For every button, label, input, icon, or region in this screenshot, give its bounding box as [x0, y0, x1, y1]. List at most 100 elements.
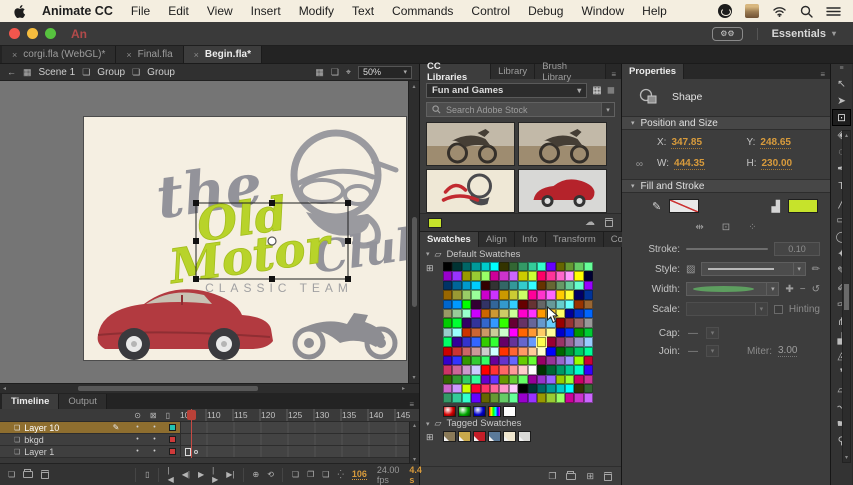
color-swatch[interactable]: [481, 384, 490, 393]
color-swatch[interactable]: [584, 290, 593, 299]
delete-width-profile-icon[interactable]: −: [800, 284, 806, 295]
color-swatch[interactable]: [509, 347, 518, 356]
current-fill-chip[interactable]: [428, 218, 442, 228]
color-swatch[interactable]: [452, 262, 461, 271]
color-swatch[interactable]: [443, 393, 452, 402]
color-swatch[interactable]: [490, 347, 499, 356]
spotlight-search-icon[interactable]: [800, 5, 813, 18]
timeline-vertical-scrollbar[interactable]: ▴ ▾: [409, 422, 419, 463]
color-swatch[interactable]: [452, 300, 461, 309]
color-swatch[interactable]: [462, 318, 471, 327]
canvas-pasteboard[interactable]: the Club Old Motor CLASSIC TEAM: [0, 81, 419, 383]
color-swatch[interactable]: [509, 281, 518, 290]
stroke-color-swatch[interactable]: [669, 199, 699, 213]
color-swatch[interactable]: [452, 356, 461, 365]
panel-tab[interactable]: Brush Library: [535, 64, 606, 79]
panel-tab[interactable]: CC Libraries: [420, 64, 491, 79]
color-swatch[interactable]: [518, 375, 527, 384]
color-swatch[interactable]: [518, 262, 527, 271]
color-swatch[interactable]: [584, 328, 593, 337]
edit-symbol-icon[interactable]: ❏: [331, 67, 339, 78]
spread-fill-icon[interactable]: ⇹: [695, 222, 703, 233]
grid-view-icon[interactable]: ▦: [592, 85, 601, 96]
color-swatch[interactable]: [471, 262, 480, 271]
layer-lock-dot[interactable]: •: [148, 436, 161, 443]
color-swatch[interactable]: [546, 375, 555, 384]
color-swatch[interactable]: [462, 300, 471, 309]
color-swatch[interactable]: [528, 384, 537, 393]
color-swatch[interactable]: [462, 356, 471, 365]
color-swatch[interactable]: [574, 318, 583, 327]
color-swatch[interactable]: [574, 384, 583, 393]
color-swatch[interactable]: [584, 262, 593, 271]
edit-multiple-frames-button[interactable]: ❑: [322, 470, 329, 479]
color-swatch[interactable]: [537, 300, 546, 309]
add-width-profile-icon[interactable]: ✚: [785, 284, 793, 295]
layer-visibility-dot[interactable]: •: [131, 424, 144, 431]
group-breadcrumb-1[interactable]: Group: [97, 67, 125, 78]
color-swatch[interactable]: [471, 393, 480, 402]
color-swatch[interactable]: [481, 262, 490, 271]
timeline-tab[interactable]: Output: [59, 394, 107, 409]
thumb-old-motor-logo[interactable]: [426, 169, 515, 213]
sync-settings-button[interactable]: ⚙⚙: [712, 27, 742, 41]
color-swatch[interactable]: [462, 262, 471, 271]
layer-outline-color-swatch[interactable]: [169, 436, 176, 443]
layer-frames-track[interactable]: [180, 446, 419, 457]
color-swatch[interactable]: [452, 309, 461, 318]
color-swatch[interactable]: [443, 356, 452, 365]
h-value-field[interactable]: 230.00: [761, 158, 792, 170]
color-swatch[interactable]: [528, 347, 537, 356]
loop-button[interactable]: ⟲: [267, 470, 274, 479]
layer-name[interactable]: Layer 1: [24, 447, 54, 457]
panel-menu-icon[interactable]: ≡: [839, 65, 843, 75]
color-swatch[interactable]: [452, 290, 461, 299]
color-swatch[interactable]: [546, 281, 555, 290]
color-swatch[interactable]: [565, 281, 574, 290]
color-swatch[interactable]: [452, 328, 461, 337]
group-breadcrumb-2[interactable]: Group: [147, 67, 175, 78]
new-folder-button[interactable]: [23, 471, 33, 478]
color-swatch[interactable]: [490, 337, 499, 346]
canvas-horizontal-scrollbar[interactable]: ◂ ▸: [0, 383, 419, 393]
menubar-item[interactable]: Insert: [251, 4, 281, 18]
color-swatch[interactable]: [565, 318, 574, 327]
color-swatch[interactable]: [565, 271, 574, 280]
properties-tab[interactable]: Properties: [622, 64, 684, 79]
color-swatch[interactable]: [481, 318, 490, 327]
zoom-window-button[interactable]: [45, 28, 56, 39]
go-to-last-frame-button[interactable]: ▶|: [226, 470, 234, 479]
color-swatch[interactable]: [499, 309, 508, 318]
color-swatch[interactable]: [518, 337, 527, 346]
color-swatch[interactable]: [565, 337, 574, 346]
cap-select[interactable]: ▾: [706, 327, 719, 339]
color-swatch[interactable]: [546, 300, 555, 309]
color-swatch[interactable]: [462, 337, 471, 346]
canvas-vertical-scrollbar[interactable]: ▴ ▾: [408, 81, 419, 383]
color-swatch[interactable]: [509, 271, 518, 280]
show-hide-all-layers-icon[interactable]: ⊙: [134, 411, 141, 420]
color-swatch[interactable]: [443, 337, 452, 346]
new-folder-button[interactable]: [566, 473, 576, 480]
onion-skin-outlines-button[interactable]: ❐: [307, 470, 314, 479]
hinting-checkbox[interactable]: [774, 305, 783, 314]
color-swatch[interactable]: [471, 300, 480, 309]
color-swatch[interactable]: [574, 290, 583, 299]
color-swatch[interactable]: [518, 271, 527, 280]
panel-tab[interactable]: Library: [491, 64, 535, 79]
color-swatch[interactable]: [546, 347, 555, 356]
color-swatch[interactable]: [518, 365, 527, 374]
scrollbar-thumb[interactable]: [78, 386, 258, 391]
color-swatch[interactable]: [537, 375, 546, 384]
color-swatch[interactable]: [481, 328, 490, 337]
x-value-field[interactable]: 347.85: [671, 137, 702, 149]
color-swatch[interactable]: [556, 262, 565, 271]
color-swatch[interactable]: [556, 290, 565, 299]
panel-menu-icon[interactable]: ≡: [404, 400, 419, 409]
color-swatch[interactable]: [546, 318, 555, 327]
color-swatch[interactable]: [537, 347, 546, 356]
color-swatch[interactable]: [518, 347, 527, 356]
color-swatch[interactable]: [509, 393, 518, 402]
color-swatch[interactable]: [452, 337, 461, 346]
frame-rate-label[interactable]: 24.00 fps: [377, 465, 400, 485]
